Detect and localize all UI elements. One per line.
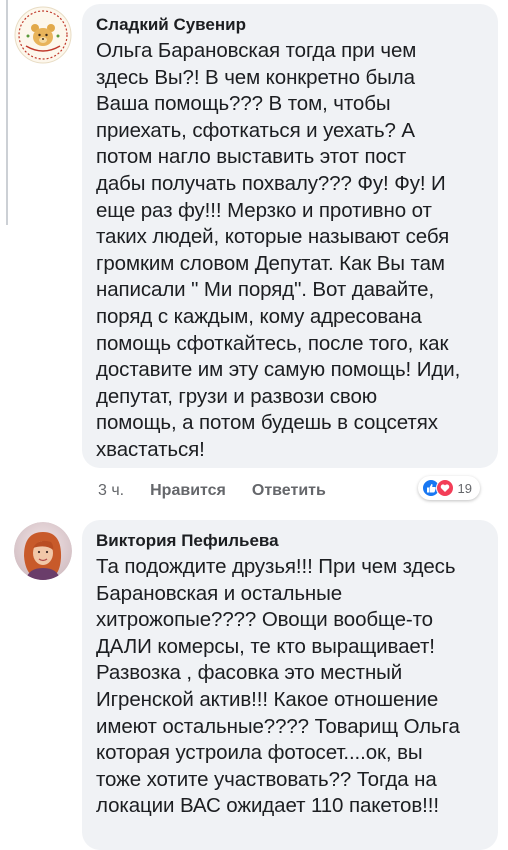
avatar[interactable] (14, 522, 72, 580)
comment-bubble: Сладкий Сувенир Ольга Барановская тогда … (82, 4, 498, 468)
comment-text-line: написали " Ми поряд". Вот давайте, (96, 278, 435, 302)
comment-bubble: Виктория Пефильева Та подождите друзья!!… (82, 520, 498, 850)
comment-text-line: тоже хотите участвовать?? Тогда на (96, 767, 437, 791)
comment-text-line: Игренской актив!!! Какое отношение (96, 687, 439, 711)
comment-author[interactable]: Сладкий Сувенир (96, 14, 484, 36)
comment-text-line: помощь, а потом будешь в соцсетях (96, 411, 438, 435)
comment-text-line: громким словом Депутат. Как Вы там (96, 251, 445, 275)
comment-timestamp[interactable]: 3 ч. (98, 482, 124, 500)
user-photo-icon (14, 522, 72, 580)
love-icon (435, 479, 454, 497)
comment-text-line: дабы получать похвалу??? Фу! Фу! И (96, 171, 446, 195)
comment-text-line: которая устроила фотосет....ок, вы (96, 741, 423, 765)
comment-text-line: хитрожопые???? Овощи вообще-то (96, 608, 433, 632)
comment-text-line: имеют остальные???? Товарищ Ольга (96, 714, 460, 738)
comment-text-line: таких людей, которые называют себя (96, 225, 450, 249)
comment-text-line: помощь сфоткайтесь, после того, как (96, 331, 449, 355)
comment-text-line: локации ВАС ожидает 110 пакетов!!! (96, 794, 439, 818)
comment-actions: 3 ч. Нравится Ответить (98, 482, 326, 500)
comment-text-line: потом нагло выставить этот пост (96, 145, 407, 169)
comment-text-line: хвастаться! (96, 437, 205, 461)
comment-text-line: еще раз фу!!! Мерзко и противно от (96, 198, 432, 222)
bear-logo-icon (14, 6, 72, 64)
comment-text-line: Та подождите друзья!!! При чем здесь (96, 555, 456, 578)
avatar[interactable] (14, 6, 72, 64)
comment-1: Сладкий Сувенир Ольга Барановская тогда … (14, 0, 498, 510)
thread-line (6, 0, 8, 225)
comment-text-line: приехать, сфоткаться и уехать? А (96, 118, 416, 142)
reaction-count: 19 (457, 480, 472, 496)
comment-text-line: Ольга Барановская тогда при чем (96, 39, 417, 62)
comment-text-line: доставите им эту самую помощь! Иди, (96, 358, 461, 382)
comment-author[interactable]: Виктория Пефильева (96, 530, 484, 552)
comment-text-line: здесь Вы?! В чем конкретно была (96, 65, 415, 89)
comment-text-line: депутат, грузи и развози свою (96, 384, 378, 408)
comment-text-line: ДАЛИ комерсы, те кто выращивает! (96, 634, 435, 658)
reply-button[interactable]: Ответить (252, 482, 326, 500)
comment-text-line: поряд с каждым, кому адресована (96, 304, 422, 328)
like-button[interactable]: Нравится (150, 482, 226, 500)
comment-text-line: Барановская и остальные (96, 581, 343, 605)
comment-text-line: Ваша помощь??? В том, чтобы (96, 92, 391, 116)
comment-2: Виктория Пефильева Та подождите друзья!!… (14, 518, 498, 850)
comment-text-line: Развозка , фасовка это местный (96, 661, 403, 685)
reactions-summary[interactable]: 19 (417, 476, 480, 500)
